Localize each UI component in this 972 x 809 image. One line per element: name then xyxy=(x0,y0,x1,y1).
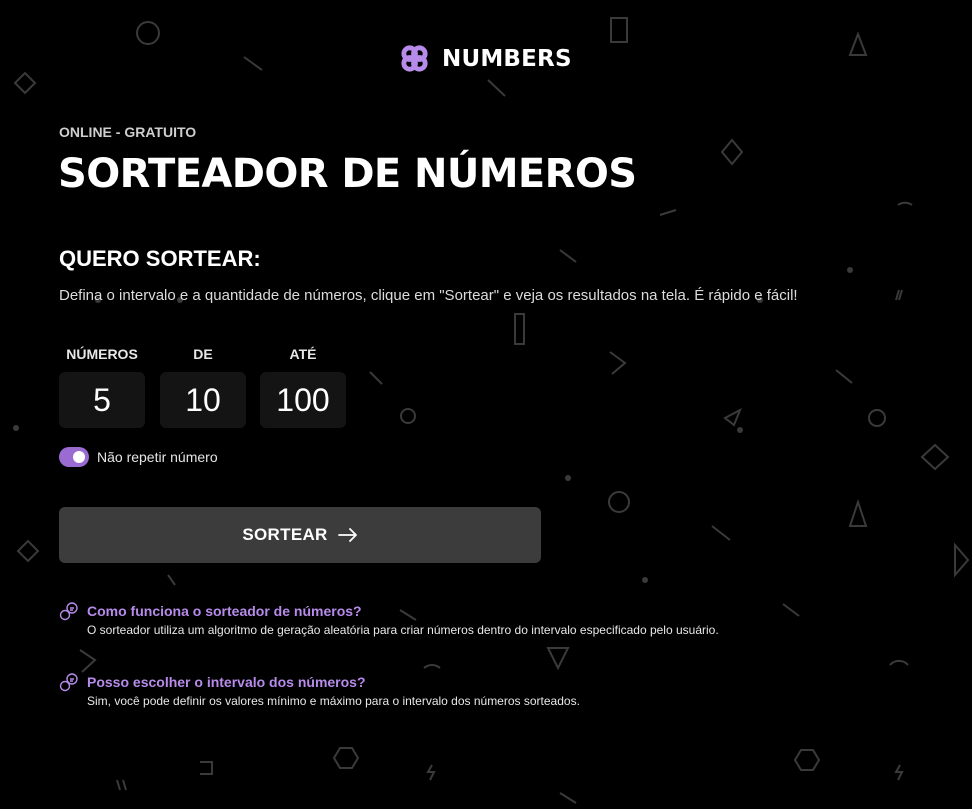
no-repeat-toggle-row: Não repetir número xyxy=(59,447,218,467)
page-content: NUMBERS ONLINE - GRATUITO SORTEADOR DE N… xyxy=(0,0,972,809)
faq-item: Como funciona o sorteador de números? O … xyxy=(59,602,719,637)
faq-item: Posso escolher o intervalo dos números? … xyxy=(59,673,580,708)
faq-answer: O sorteador utiliza um algoritmo de gera… xyxy=(87,623,719,637)
field-from: DE xyxy=(160,345,246,428)
toggle-knob xyxy=(73,451,85,463)
field-to-label: ATÉ xyxy=(289,346,317,362)
brand-name: NUMBERS xyxy=(442,45,572,72)
arrow-right-icon xyxy=(337,528,357,542)
draw-button[interactable]: SORTEAR xyxy=(59,507,541,563)
faq-question[interactable]: Como funciona o sorteador de números? xyxy=(87,602,719,620)
field-to: ATÉ xyxy=(260,345,346,428)
form-description: Defina o intervalo e a quantidade de núm… xyxy=(59,287,798,304)
to-input[interactable] xyxy=(260,372,346,428)
field-quantity-label: NÚMEROS xyxy=(66,346,138,362)
chat-bubble-icon xyxy=(59,602,78,621)
form-heading: QUERO SORTEAR: xyxy=(59,246,261,271)
from-input[interactable] xyxy=(160,372,246,428)
page-title: SORTEADOR DE NÚMEROS xyxy=(58,151,637,197)
chat-bubble-icon xyxy=(59,673,78,692)
no-repeat-label[interactable]: Não repetir número xyxy=(97,449,218,465)
faq-answer: Sim, você pode definir os valores mínimo… xyxy=(87,694,580,708)
hero-eyebrow: ONLINE - GRATUITO xyxy=(59,124,197,140)
faq-question[interactable]: Posso escolher o intervalo dos números? xyxy=(87,673,580,691)
field-quantity: NÚMEROS xyxy=(59,345,145,428)
draw-button-label: SORTEAR xyxy=(242,525,328,544)
field-from-label: DE xyxy=(193,346,213,362)
no-repeat-toggle[interactable] xyxy=(59,447,89,467)
quantity-input[interactable] xyxy=(59,372,145,428)
knot-logo-icon xyxy=(401,45,428,72)
brand-logo[interactable]: NUMBERS xyxy=(399,43,572,74)
